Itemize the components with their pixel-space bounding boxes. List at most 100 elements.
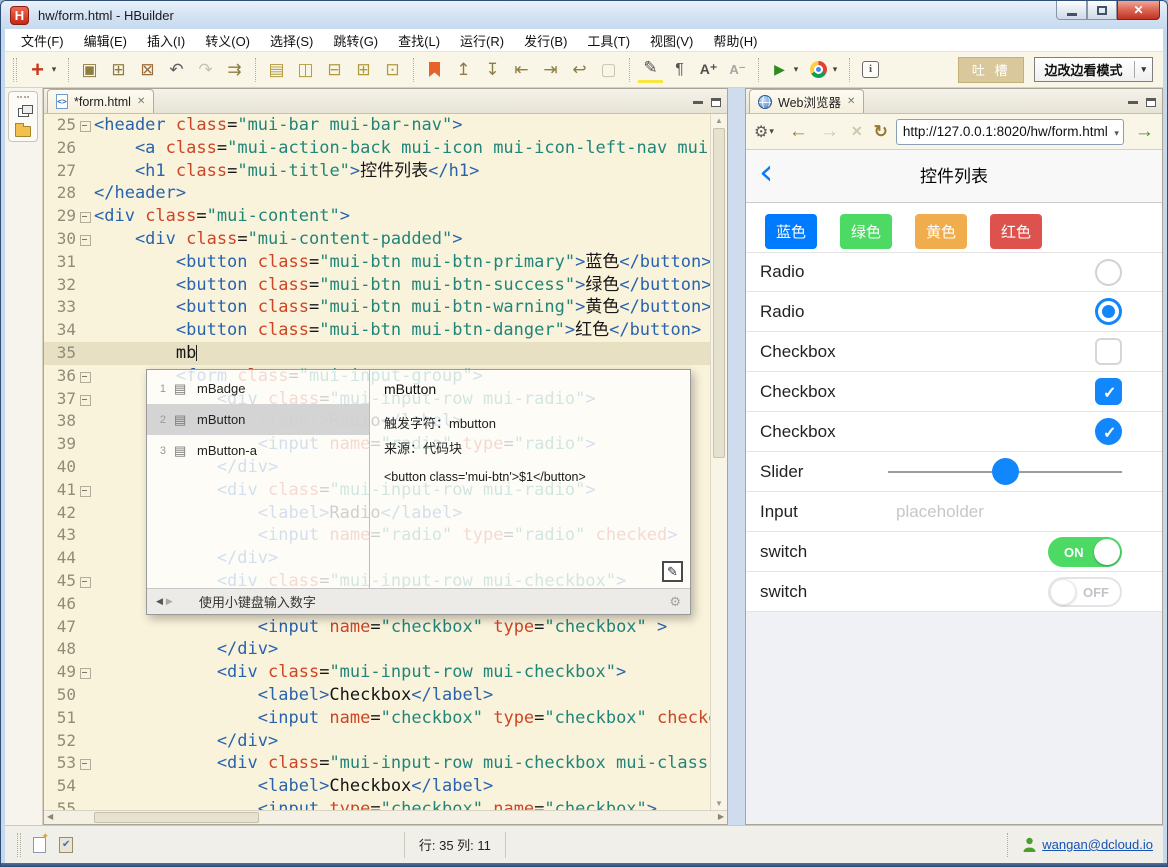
- popup-settings-gear-icon[interactable]: ⚙: [669, 594, 681, 610]
- fold-collapse-button[interactable]: ⊟: [322, 57, 347, 83]
- feedback-info-button[interactable]: i: [858, 57, 883, 83]
- minimize-panel-icon[interactable]: [693, 101, 703, 104]
- bookmark-button[interactable]: [422, 57, 447, 83]
- project-folder-icon[interactable]: [15, 126, 31, 137]
- inactive-box-button[interactable]: ▢: [596, 57, 621, 83]
- fold-marker-icon[interactable]: [79, 388, 92, 411]
- show-paragraph-button[interactable]: ¶: [667, 57, 692, 83]
- edit-view-mode-select[interactable]: 边改边看模式 ▾: [1034, 57, 1153, 82]
- fold-marker-icon[interactable]: [79, 228, 92, 251]
- url-dropdown-icon[interactable]: ▾: [1114, 128, 1119, 139]
- format-box-button[interactable]: ⊡: [380, 57, 405, 83]
- maximize-button[interactable]: [1087, 1, 1117, 20]
- fold-marker-icon[interactable]: [79, 114, 92, 137]
- code-line-49[interactable]: 49 <div class="mui-input-row mui-checkbo…: [44, 661, 710, 684]
- format-block-button[interactable]: ▤: [264, 57, 289, 83]
- browser-dropdown[interactable]: ▾: [829, 57, 841, 83]
- radio-control[interactable]: [1095, 298, 1122, 325]
- code-line-54[interactable]: 54 <label>Checkbox</label>: [44, 775, 710, 798]
- restore-panels-icon[interactable]: [18, 108, 29, 117]
- slider-thumb[interactable]: [992, 458, 1019, 485]
- close-tab-icon[interactable]: ✕: [137, 96, 145, 107]
- scroll-down-icon[interactable]: ▼: [711, 799, 727, 808]
- vertical-scrollbar[interactable]: ▲ ▼: [710, 114, 727, 810]
- scroll-right-icon[interactable]: ▶: [718, 812, 724, 821]
- fold-marker-icon[interactable]: [79, 570, 92, 593]
- code-line-33[interactable]: 33 <button class="mui-btn mui-btn-warnin…: [44, 296, 710, 319]
- checkbox-control[interactable]: [1095, 338, 1122, 365]
- code-line-50[interactable]: 50 <label>Checkbox</label>: [44, 684, 710, 707]
- switch-knob[interactable]: [1094, 539, 1120, 565]
- code-line-34[interactable]: 34 <button class="mui-btn mui-btn-danger…: [44, 319, 710, 342]
- color-button-0[interactable]: 蓝色: [765, 214, 817, 249]
- color-button-3[interactable]: 红色: [990, 214, 1042, 249]
- menu-item[interactable]: 跳转(G): [323, 31, 388, 50]
- code-line-52[interactable]: 52 </div>: [44, 730, 710, 753]
- edit-snippet-icon[interactable]: ✎: [662, 561, 683, 582]
- reformat-button[interactable]: ⇉: [222, 57, 247, 83]
- font-increase-button[interactable]: A⁺: [696, 57, 721, 83]
- wrap-line-button[interactable]: ↩: [567, 57, 592, 83]
- url-input[interactable]: http://127.0.0.1:8020/hw/form.html ▾: [896, 119, 1124, 145]
- code-line-55[interactable]: 55 <input type="checkbox" name="checkbox…: [44, 798, 710, 810]
- chrome-icon[interactable]: [806, 57, 831, 83]
- menu-item[interactable]: 编辑(E): [74, 31, 137, 50]
- menu-item[interactable]: 选择(S): [260, 31, 323, 50]
- menu-item[interactable]: 文件(F): [11, 31, 74, 50]
- redo-button[interactable]: ↷: [193, 57, 218, 83]
- fold-marker-icon[interactable]: [79, 661, 92, 684]
- fold-marker-icon[interactable]: [79, 205, 92, 228]
- code-line-35[interactable]: 35 mb: [44, 342, 710, 365]
- go-icon[interactable]: →: [1135, 121, 1154, 143]
- prev-bookmark-button[interactable]: ↥: [451, 57, 476, 83]
- chevron-down-icon[interactable]: ▾: [769, 126, 774, 137]
- horizontal-scrollbar[interactable]: ◀ ▶: [44, 810, 727, 824]
- code-line-48[interactable]: 48 </div>: [44, 638, 710, 661]
- menu-item[interactable]: 工具(T): [577, 31, 640, 50]
- undo-button[interactable]: ↶: [164, 57, 189, 83]
- fold-marker-icon[interactable]: [79, 365, 92, 388]
- outdent-button[interactable]: ⇤: [509, 57, 534, 83]
- code-line-32[interactable]: 32 <button class="mui-btn mui-btn-succes…: [44, 274, 710, 297]
- popup-item-mButton[interactable]: 2▤mButton: [147, 404, 369, 435]
- menu-item[interactable]: 发行(B): [514, 31, 577, 50]
- fold-marker-icon[interactable]: [79, 752, 92, 775]
- font-decrease-button[interactable]: A⁻: [725, 57, 750, 83]
- menu-item[interactable]: 查找(L): [388, 31, 450, 50]
- save-button[interactable]: ▣: [77, 57, 102, 83]
- code-line-28[interactable]: 28</header>: [44, 182, 710, 205]
- checkbox-control[interactable]: [1095, 378, 1122, 405]
- text-input[interactable]: placeholder: [888, 502, 984, 522]
- back-chevron-icon[interactable]: ‹: [759, 152, 773, 193]
- run-button[interactable]: ▶: [767, 57, 792, 83]
- code-line-26[interactable]: 26 <a class="mui-action-back mui-icon mu…: [44, 137, 710, 160]
- color-button-1[interactable]: 绿色: [840, 214, 892, 249]
- slider-track[interactable]: [888, 471, 1122, 473]
- maximize-panel-icon[interactable]: [711, 98, 721, 107]
- switch-knob[interactable]: [1050, 579, 1076, 605]
- radio-control[interactable]: [1095, 259, 1122, 286]
- run-dropdown[interactable]: ▾: [790, 57, 802, 83]
- popup-item-mBadge[interactable]: 1▤mBadge: [147, 373, 369, 404]
- save-close-button[interactable]: ⊠: [135, 57, 160, 83]
- code-line-47[interactable]: 47 <input name="checkbox" type="checkbox…: [44, 616, 710, 639]
- prev-page-icon[interactable]: ◀: [156, 596, 163, 607]
- code-line-25[interactable]: 25<header class="mui-bar mui-bar-nav">: [44, 114, 710, 137]
- switch-toggle[interactable]: ON: [1048, 537, 1122, 567]
- code-line-31[interactable]: 31 <button class="mui-btn mui-btn-primar…: [44, 251, 710, 274]
- new-file-dropdown[interactable]: ▾: [48, 57, 60, 83]
- code-line-53[interactable]: 53 <div class="mui-input-row mui-checkbo…: [44, 752, 710, 775]
- format-inline-button[interactable]: ◫: [293, 57, 318, 83]
- browser-settings-gear-icon[interactable]: ⚙: [754, 122, 768, 142]
- tab-web-browser[interactable]: Web浏览器 ✕: [749, 89, 864, 113]
- scroll-up-icon[interactable]: ▲: [711, 116, 727, 125]
- next-page-icon[interactable]: ▶: [166, 596, 173, 607]
- popup-item-mButton-a[interactable]: 3▤mButton-a: [147, 435, 369, 466]
- save-all-button[interactable]: ⊞: [106, 57, 131, 83]
- code-line-30[interactable]: 30 <div class="mui-content-padded">: [44, 228, 710, 251]
- vertical-scroll-thumb[interactable]: [713, 128, 725, 458]
- back-icon[interactable]: ←: [789, 121, 808, 143]
- code-line-29[interactable]: 29<div class="mui-content">: [44, 205, 710, 228]
- tab-form-html[interactable]: <> *form.html ✕: [47, 89, 154, 113]
- code-line-51[interactable]: 51 <input name="checkbox" type="checkbox…: [44, 707, 710, 730]
